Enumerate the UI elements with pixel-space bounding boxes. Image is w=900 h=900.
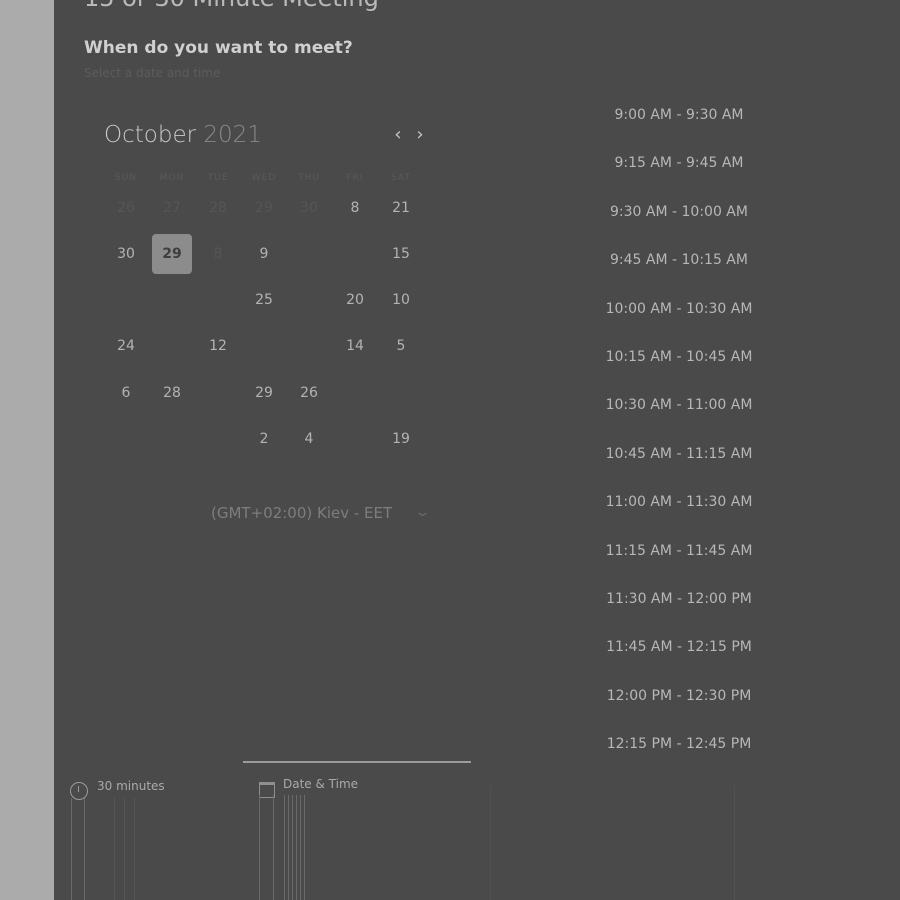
calendar-day: [198, 373, 238, 413]
calendar-day[interactable]: 9: [244, 234, 284, 274]
calendar-day: 29: [255, 200, 273, 216]
next-month-button[interactable]: ›: [411, 124, 429, 146]
time-slot[interactable]: 9:15 AM - 9:45 AM: [594, 155, 764, 171]
calendar-day: 28: [209, 200, 227, 216]
calendar-day[interactable]: 21: [381, 188, 421, 228]
weekday-header: SAT: [391, 173, 411, 183]
calendar-day: [152, 326, 192, 366]
calendar-day[interactable]: 4: [289, 419, 329, 459]
clock-icon: [70, 782, 88, 800]
calendar-year: 2021: [203, 122, 262, 148]
calendar-day[interactable]: 20: [335, 280, 375, 320]
chevron-left-icon: ‹: [394, 124, 402, 145]
meeting-title: 15 or 30 Minute Meeting: [84, 0, 379, 12]
calendar-day[interactable]: 2: [244, 419, 284, 459]
calendar-day[interactable]: 30: [106, 234, 146, 274]
weekday-header: WED: [251, 173, 277, 183]
weekday-header: THU: [298, 173, 320, 183]
chevron-right-icon: ›: [416, 124, 424, 145]
decorative-line: [734, 785, 735, 900]
decorative-line: [296, 795, 297, 900]
scheduler-panel: 15 or 30 Minute Meeting When do you want…: [54, 0, 900, 900]
time-slot[interactable]: 9:00 AM - 9:30 AM: [594, 107, 764, 123]
calendar-day: [335, 419, 375, 459]
decorative-line: [490, 785, 491, 900]
time-slot[interactable]: 9:30 AM - 10:00 AM: [594, 204, 764, 220]
time-slot[interactable]: 11:45 AM - 12:15 PM: [594, 639, 764, 655]
calendar-day: [335, 234, 375, 274]
decorative-line: [259, 795, 260, 900]
time-slot[interactable]: 12:00 PM - 12:30 PM: [594, 688, 764, 704]
calendar-day[interactable]: 10: [381, 280, 421, 320]
step-progress-indicator: [243, 761, 471, 763]
decorative-line: [292, 795, 293, 900]
time-slot[interactable]: 9:45 AM - 10:15 AM: [594, 252, 764, 268]
calendar-day: 27: [163, 200, 181, 216]
time-slot[interactable]: 10:00 AM - 10:30 AM: [594, 301, 764, 317]
timezone-select[interactable]: (GMT+02:00) Kiev - EET: [211, 504, 392, 522]
time-slot[interactable]: 11:15 AM - 11:45 AM: [594, 543, 764, 559]
calendar-day: [198, 280, 238, 320]
datetime-step-label: Date & Time: [283, 777, 359, 791]
calendar-day: [244, 326, 284, 366]
calendar-day[interactable]: 28: [152, 373, 192, 413]
calendar-day[interactable]: 8: [335, 188, 375, 228]
timezone-label: (GMT+02:00) Kiev - EET: [211, 504, 393, 522]
question-subtitle: Select a date and time: [84, 66, 221, 80]
prev-month-button[interactable]: ‹: [389, 124, 407, 146]
decorative-line: [288, 795, 289, 900]
decorative-line: [273, 795, 274, 900]
weekday-header: SUN: [114, 173, 138, 183]
calendar-day: [152, 280, 192, 320]
calendar-day: [289, 326, 329, 366]
decorative-line: [84, 798, 85, 900]
calendar-month-title: October 2021: [104, 122, 262, 148]
calendar-day[interactable]: 5: [381, 326, 421, 366]
time-slot[interactable]: 11:30 AM - 12:00 PM: [594, 591, 764, 607]
weekday-header: TUE: [207, 173, 229, 183]
calendar-day: 30: [300, 200, 318, 216]
decorative-line: [284, 795, 285, 900]
decorative-line: [300, 795, 301, 900]
calendar-day: [198, 419, 238, 459]
calendar-day[interactable]: 26: [289, 373, 329, 413]
chevron-down-icon[interactable]: ⌄: [414, 505, 431, 520]
decorative-line: [134, 798, 135, 900]
decorative-line: [114, 798, 115, 900]
calendar-day: [152, 419, 192, 459]
duration-step-label: 30 minutes: [97, 779, 165, 793]
calendar-day: [381, 373, 421, 413]
calendar-day: [289, 280, 329, 320]
calendar-day: [106, 280, 146, 320]
calendar-day[interactable]: 12: [198, 326, 238, 366]
decorative-line: [304, 795, 305, 900]
selected-day[interactable]: 29: [152, 234, 192, 274]
weekday-header: FRI: [346, 173, 364, 183]
calendar-day[interactable]: 6: [106, 373, 146, 413]
time-slot[interactable]: 11:00 AM - 11:30 AM: [594, 494, 764, 510]
decorative-line: [71, 798, 72, 900]
calendar-day: 8: [213, 246, 223, 262]
calendar-day[interactable]: 25: [244, 280, 284, 320]
time-slot[interactable]: 10:45 AM - 11:15 AM: [594, 446, 764, 462]
decorative-line: [124, 798, 125, 900]
calendar-day[interactable]: 19: [381, 419, 421, 459]
weekday-header: MON: [159, 173, 185, 183]
calendar-day[interactable]: 15: [381, 234, 421, 274]
time-slot[interactable]: 10:30 AM - 11:00 AM: [594, 397, 764, 413]
calendar-day: [335, 373, 375, 413]
calendar-day[interactable]: 24: [106, 326, 146, 366]
calendar-day[interactable]: 29: [244, 373, 284, 413]
time-slot[interactable]: 10:15 AM - 10:45 AM: [594, 349, 764, 365]
time-slot[interactable]: 12:15 PM - 12:45 PM: [594, 736, 764, 752]
calendar-day: 26: [117, 200, 135, 216]
calendar-day[interactable]: 14: [335, 326, 375, 366]
calendar-month: October: [104, 122, 197, 148]
calendar-day: [106, 419, 146, 459]
calendar-day: [289, 234, 329, 274]
question-heading: When do you want to meet?: [84, 38, 353, 58]
